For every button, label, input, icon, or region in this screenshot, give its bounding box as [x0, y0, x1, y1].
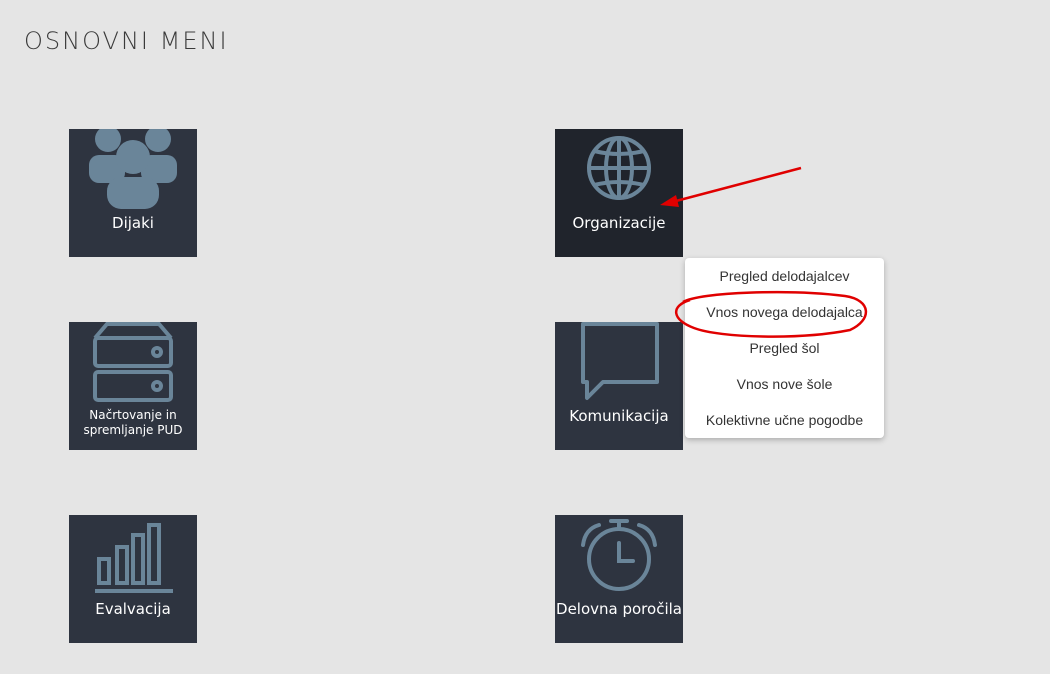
tile-label-delovna-porocila: Delovna poročila [556, 600, 682, 618]
speech-bubble-icon [581, 322, 659, 400]
tile-label-evalvacija: Evalvacija [95, 600, 171, 618]
tile-label-organizacije: Organizacije [572, 214, 666, 232]
organizacije-dropdown-menu: Pregled delodajalcev Vnos novega delodaj… [685, 258, 884, 438]
menu-item-pregled-delodajalcev[interactable]: Pregled delodajalcev [685, 258, 884, 294]
bar-chart-icon [95, 523, 173, 593]
students-group-icon [89, 129, 177, 209]
tile-label-komunikacija: Komunikacija [569, 407, 669, 425]
menu-item-pregled-sol[interactable]: Pregled šol [685, 330, 884, 366]
tile-nacrtovanje[interactable]: Načrtovanje in spremljanje PUD [69, 322, 197, 450]
tile-label-nacrtovanje: Načrtovanje in spremljanje PUD [83, 408, 183, 437]
menu-item-vnos-nove-sole[interactable]: Vnos nove šole [685, 366, 884, 402]
menu-item-kolektivne-ucne-pogodbe[interactable]: Kolektivne učne pogodbe [685, 402, 884, 438]
menu-item-vnos-novega-delodajalca[interactable]: Vnos novega delodajalca [685, 294, 884, 330]
tile-organizacije[interactable]: Organizacije [555, 129, 683, 257]
tile-label-dijaki: Dijaki [112, 214, 154, 232]
tile-evalvacija[interactable]: Evalvacija [69, 515, 197, 643]
tile-komunikacija[interactable]: Komunikacija [555, 322, 683, 450]
alarm-clock-icon [581, 519, 657, 591]
tile-dijaki[interactable]: Dijaki [69, 129, 197, 257]
tile-delovna-porocila[interactable]: Delovna poročila [555, 515, 683, 643]
page-title: OSNOVNI MENI [24, 27, 229, 55]
globe-icon [587, 136, 651, 200]
